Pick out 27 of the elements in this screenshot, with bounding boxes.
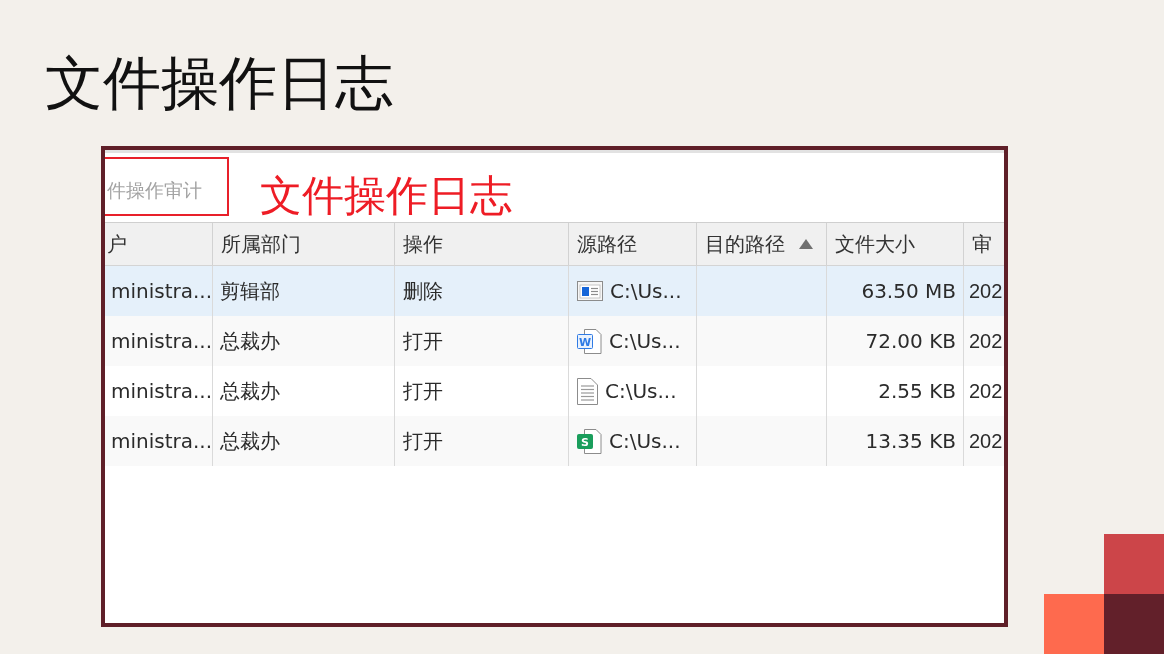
table-cell: ministra... bbox=[105, 416, 213, 466]
column-header[interactable]: 目的路径 bbox=[697, 223, 827, 265]
column-header[interactable]: 审 bbox=[964, 223, 1004, 265]
text-document-icon bbox=[577, 377, 598, 405]
table-cell: 13.35 KB bbox=[827, 416, 964, 466]
table-row[interactable]: ministra... 剪辑部 删除 C:\Us... 63.50 MB 202 bbox=[105, 266, 1004, 316]
table-cell: 总裁办 bbox=[213, 416, 395, 466]
table-cell-text: 202 bbox=[968, 278, 1004, 304]
table-cell-text: 202 bbox=[968, 428, 1004, 454]
table-cell-text: 202 bbox=[968, 328, 1004, 354]
path-text: C:\Us... bbox=[609, 429, 681, 453]
window-icon bbox=[577, 281, 603, 301]
table-cell-text: 202 bbox=[968, 378, 1004, 404]
slide-title: 文件操作日志 bbox=[45, 50, 393, 116]
path-text: C:\Us... bbox=[610, 279, 682, 303]
annotation-label: 文件操作日志 bbox=[260, 173, 512, 219]
column-header[interactable]: 所属部门 bbox=[213, 223, 395, 265]
column-header[interactable]: 源路径 bbox=[569, 223, 697, 265]
search-field[interactable]: 件操作审计 bbox=[105, 157, 229, 216]
column-header[interactable]: 文件大小 bbox=[827, 223, 964, 265]
table-cell: 打开 bbox=[395, 416, 569, 466]
path-text: C:\Us... bbox=[609, 329, 681, 353]
path-text: C:\Us... bbox=[605, 379, 677, 403]
column-header[interactable]: 操作 bbox=[395, 223, 569, 265]
table-row[interactable]: ministra... 总裁办 打开 S C:\Us... 13.35 KB 202 bbox=[105, 416, 1004, 466]
column-header[interactable]: 户 bbox=[105, 223, 213, 265]
table-row[interactable]: ministra... 总裁办 打开 W C:\Us... 72.00 KB 202 bbox=[105, 316, 1004, 366]
